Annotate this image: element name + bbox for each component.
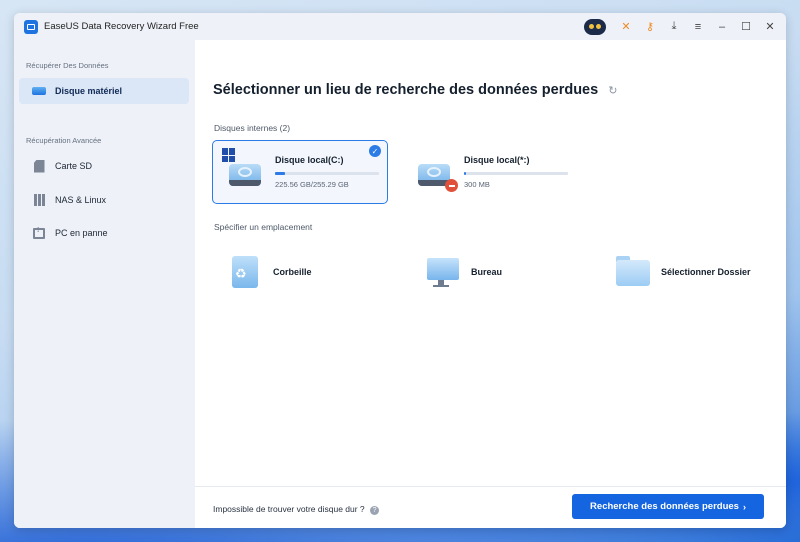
sidebar-item-hard-disk[interactable]: Disque matériel (19, 78, 189, 104)
help-text-label: Impossible de trouver votre disque dur ? (213, 504, 365, 514)
title-bar: EaseUS Data Recovery Wizard Free ✕ ⚷ ⤓ ≡… (14, 13, 786, 40)
checkmark-icon: ✓ (369, 145, 381, 157)
sidebar-item-label: Carte SD (55, 161, 93, 171)
nas-icon (32, 194, 46, 206)
error-badge-icon (445, 179, 458, 192)
drive-name: Disque local(*:) (464, 155, 530, 165)
location-label: Spécifier un emplacement (214, 222, 313, 232)
sidebar: Récupérer Des Données Disque matériel Ré… (14, 40, 195, 528)
sidebar-section-recover: Récupérer Des Données (26, 61, 109, 70)
hard-drive-icon (416, 154, 458, 192)
key-icon[interactable]: ⚷ (638, 13, 662, 40)
drive-card-c[interactable]: Disque local(C:) 225.56 GB/255.29 GB ✓ (212, 140, 388, 204)
scan-button-label: Recherche des données perdues (590, 501, 739, 512)
crashed-pc-icon (32, 227, 46, 239)
download-icon[interactable]: ⤓ (662, 13, 686, 40)
hard-drive-icon (222, 148, 265, 190)
avatar-icon[interactable] (584, 18, 606, 35)
sidebar-item-nas-linux[interactable]: NAS & Linux (19, 187, 189, 213)
recycle-bin-icon: ♻ (227, 254, 263, 290)
location-recycle-bin[interactable]: ♻ Corbeille (227, 252, 312, 292)
desktop-monitor-icon (425, 254, 461, 290)
drive-size: 300 MB (464, 180, 490, 189)
menu-icon[interactable]: ≡ (686, 13, 710, 40)
location-label-text: Bureau (471, 267, 503, 277)
chevron-right-icon: › (742, 501, 746, 512)
help-icon[interactable]: ? (370, 506, 380, 515)
footer: Impossible de trouver votre disque dur ?… (195, 486, 786, 528)
gift-icon[interactable]: ✕ (614, 13, 638, 40)
sidebar-item-crashed-pc[interactable]: PC en panne (19, 220, 189, 246)
scan-button[interactable]: Recherche des données perdues › (572, 494, 764, 519)
sidebar-item-sd-card[interactable]: Carte SD (19, 153, 189, 179)
help-text[interactable]: Impossible de trouver votre disque dur ?… (213, 504, 380, 515)
internal-disks-label: Disques internes (2) (214, 123, 291, 133)
app-logo-icon (24, 19, 38, 34)
page-title: Sélectionner un lieu de recherche des do… (213, 82, 617, 98)
refresh-icon[interactable]: ↻ (608, 84, 617, 97)
location-label-text: Corbeille (273, 267, 312, 277)
folder-icon (615, 254, 651, 290)
windows-logo-icon (222, 148, 236, 162)
app-title: EaseUS Data Recovery Wizard Free (44, 21, 199, 32)
drive-size: 225.56 GB/255.29 GB (275, 180, 349, 189)
sidebar-item-label: PC en panne (55, 228, 108, 238)
close-icon[interactable]: ✕ (758, 13, 782, 40)
location-label-text: Sélectionner Dossier (661, 267, 751, 277)
titlebar-controls: ✕ ⚷ ⤓ ≡ – ☐ ✕ (584, 13, 786, 40)
main-panel: Sélectionner un lieu de recherche des do… (195, 40, 786, 528)
maximize-icon[interactable]: ☐ (734, 13, 758, 40)
location-select-folder[interactable]: Sélectionner Dossier (615, 252, 751, 292)
sidebar-item-label: Disque matériel (55, 86, 123, 96)
drive-name: Disque local(C:) (275, 155, 344, 165)
location-desktop[interactable]: Bureau (425, 252, 502, 292)
sidebar-section-advanced: Récupération Avancée (26, 136, 102, 145)
app-window: EaseUS Data Recovery Wizard Free ✕ ⚷ ⤓ ≡… (14, 13, 786, 528)
page-title-text: Sélectionner un lieu de recherche des do… (213, 82, 599, 98)
sidebar-item-label: NAS & Linux (55, 195, 107, 205)
minimize-icon[interactable]: – (710, 13, 734, 40)
sd-card-icon (32, 159, 46, 173)
drive-usage-bar (275, 172, 379, 175)
drive-card-star[interactable]: Disque local(*:) 300 MB (401, 140, 577, 204)
hard-disk-icon (32, 86, 46, 96)
drive-usage-bar (464, 172, 568, 175)
